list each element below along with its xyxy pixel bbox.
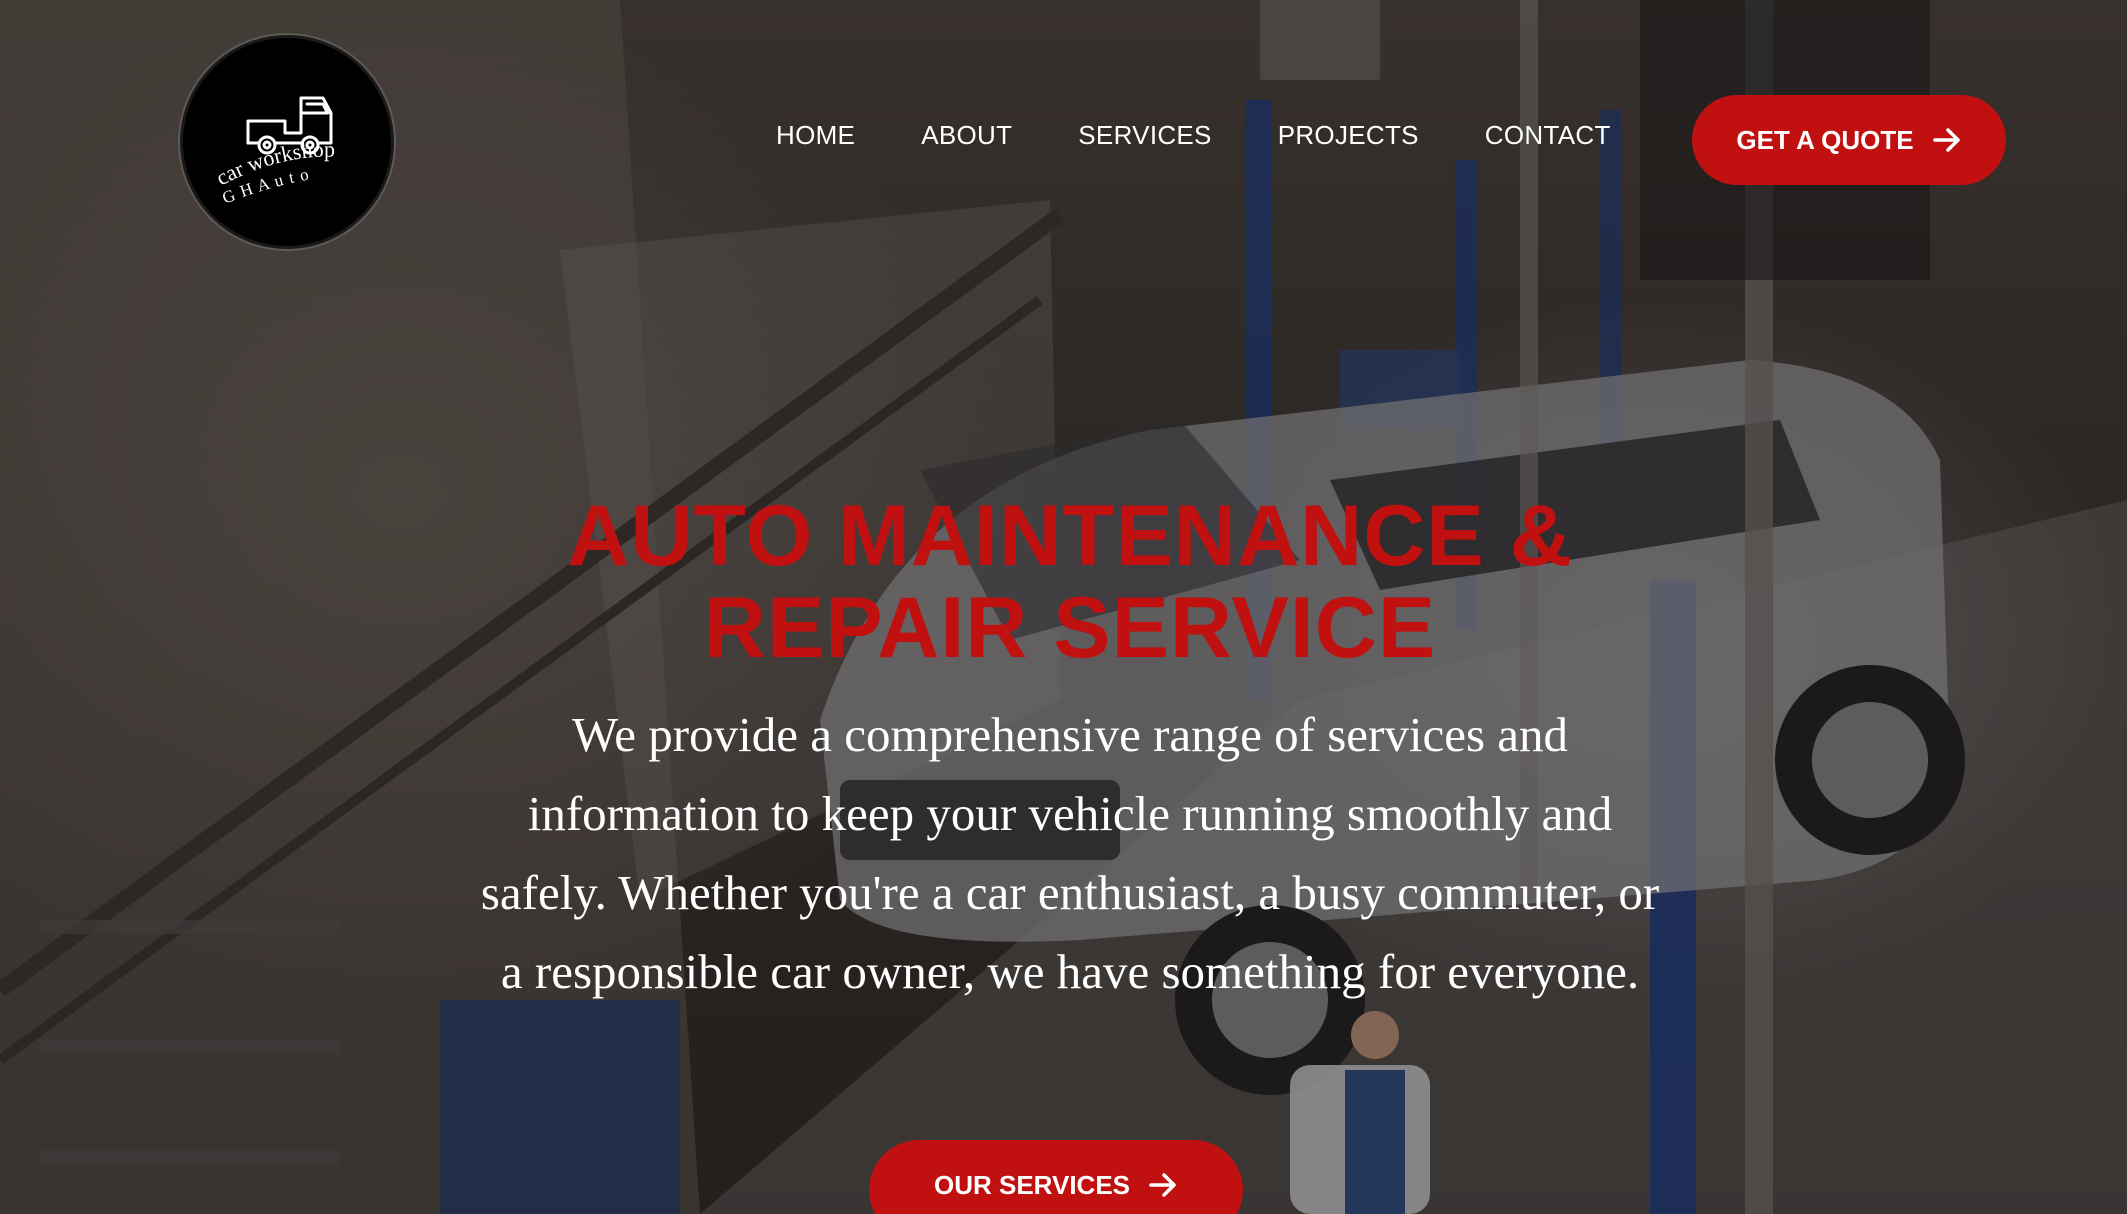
hero-title-line-1: AUTO MAINTENANCE & <box>567 488 1573 584</box>
arrow-right-icon <box>1149 1173 1176 1197</box>
hero-description: We provide a comprehensive range of serv… <box>480 707 1660 999</box>
logo[interactable]: car workshop G H A u t o <box>180 35 394 249</box>
nav-item-contact[interactable]: CONTACT <box>1485 120 1611 151</box>
nav-item-projects[interactable]: PROJECTS <box>1278 120 1419 151</box>
our-services-button[interactable]: OUR SERVICES <box>869 1140 1243 1214</box>
our-services-label: OUR SERVICES <box>933 1170 1130 1200</box>
nav-item-about[interactable]: ABOUT <box>921 120 1012 151</box>
main-nav: HOME ABOUT SERVICES PROJECTS CONTACT <box>776 120 1611 151</box>
nav-item-services[interactable]: SERVICES <box>1078 120 1211 151</box>
hero-title: AUTO MAINTENANCE & REPAIR SERVICE <box>470 490 1670 674</box>
get-a-quote-label: GET A QUOTE <box>1736 124 1914 155</box>
hero-title-line-2: REPAIR SERVICE <box>703 580 1437 676</box>
truck-icon: car workshop G H A u t o <box>212 96 335 208</box>
nav-item-home[interactable]: HOME <box>776 120 855 151</box>
get-a-quote-button[interactable]: GET A QUOTE <box>1692 95 2006 185</box>
arrow-right-icon <box>1932 128 1960 152</box>
hero-section: car workshop G H A u t o HOME ABOUT SERV… <box>0 0 2127 1214</box>
